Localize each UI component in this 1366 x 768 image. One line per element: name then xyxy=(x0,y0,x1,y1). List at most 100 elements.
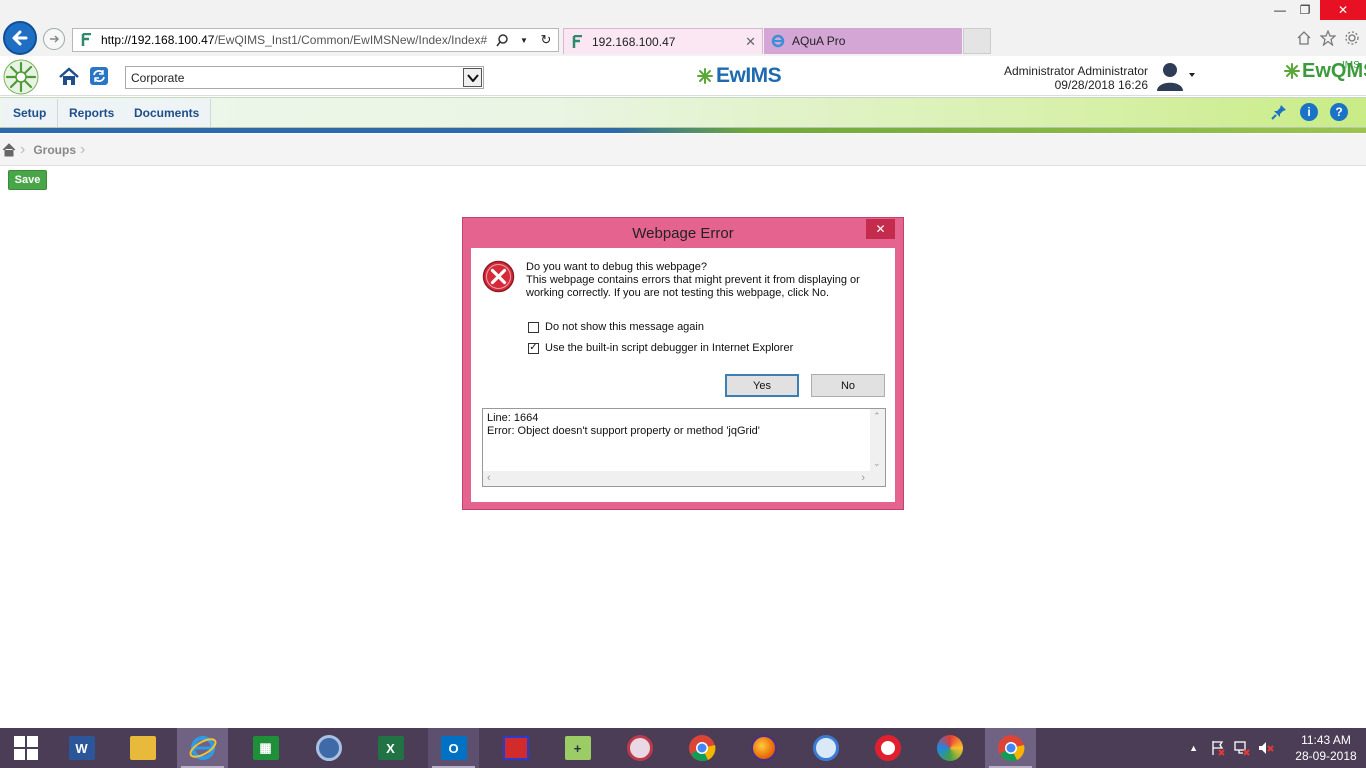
menu-right-icons: i ? xyxy=(1270,103,1348,121)
taskbar-word[interactable]: W xyxy=(56,728,107,768)
safari-icon xyxy=(812,735,839,761)
details-horizontal-scrollbar[interactable]: ‹ › xyxy=(483,471,885,486)
breadcrumb-home-icon[interactable] xyxy=(2,142,16,157)
taskbar-snipping[interactable] xyxy=(614,728,665,768)
tab-aqua-pro[interactable]: AQuA Pro xyxy=(764,28,962,54)
taskbar-chrome[interactable] xyxy=(676,728,727,768)
taskbar-app-red[interactable] xyxy=(490,728,541,768)
scroll-down-icon[interactable]: ⌄ xyxy=(873,458,881,469)
favorites-star-icon[interactable] xyxy=(1320,30,1336,46)
brand-logo-right: EwQMS IMS xyxy=(1284,60,1366,83)
brand-logo-center: EwIMS xyxy=(697,64,782,88)
address-bar[interactable]: http://192.168.100.47/EwQIMS_Inst1/Commo… xyxy=(72,28,559,52)
pin-icon[interactable] xyxy=(1270,103,1288,121)
brand-flower-icon xyxy=(697,68,713,84)
help-icon[interactable]: ? xyxy=(1330,103,1348,121)
taskbar-internet-explorer[interactable] xyxy=(177,728,228,768)
breadcrumb-current: Groups xyxy=(33,142,76,157)
browser-tools xyxy=(1296,30,1360,46)
volume-muted-icon[interactable] xyxy=(1258,740,1274,756)
tab-ewims[interactable]: 192.168.100.47 ✕ xyxy=(563,28,763,54)
save-button[interactable]: Save xyxy=(8,170,47,190)
breadcrumb: › Groups › xyxy=(0,134,1366,166)
dont-show-again-row[interactable]: Do not show this message again xyxy=(528,321,704,333)
internet-explorer-icon xyxy=(189,736,216,760)
app-logo-icon[interactable] xyxy=(2,58,40,96)
use-debugger-label: Use the built-in script debugger in Inte… xyxy=(545,342,794,354)
use-debugger-checkbox[interactable]: ✓ xyxy=(528,342,539,354)
dont-show-again-checkbox[interactable] xyxy=(528,321,539,333)
menu-documents[interactable]: Documents xyxy=(123,99,212,127)
yes-button[interactable]: Yes xyxy=(725,374,799,397)
menu-setup[interactable]: Setup xyxy=(2,99,59,127)
no-button[interactable]: No xyxy=(811,374,885,397)
folder-icon xyxy=(129,736,156,760)
clock-date: 28-09-2018 xyxy=(1295,749,1357,763)
address-url[interactable]: http://192.168.100.47/EwQIMS_Inst1/Commo… xyxy=(101,33,488,47)
error-line-number: Line: 1664 xyxy=(487,412,539,424)
taskbar-clock[interactable]: 11:43 AM 28-09-2018 xyxy=(1286,732,1366,764)
taskbar-firefox[interactable] xyxy=(738,728,789,768)
taskbar-notepad-plus[interactable]: + xyxy=(552,728,603,768)
webpage-error-dialog: Webpage Error ✕ Do you want to debug thi… xyxy=(462,217,904,510)
chrome-icon xyxy=(997,735,1024,762)
taskbar-paint[interactable] xyxy=(924,728,975,768)
back-button[interactable] xyxy=(3,21,37,55)
network-icon[interactable] xyxy=(1234,740,1250,756)
scroll-left-icon[interactable]: ‹ xyxy=(487,472,491,484)
url-path: /EwQIMS_Inst1/Common/EwIMSNew/Index/Inde… xyxy=(214,33,488,47)
gear-icon[interactable] xyxy=(1344,30,1360,46)
taskbar-excel[interactable]: X xyxy=(365,728,416,768)
organization-select-value: Corporate xyxy=(131,70,185,85)
refresh-icon[interactable] xyxy=(89,66,109,86)
url-host: http://192.168.100.47 xyxy=(101,33,215,47)
brand-superscript: IMS xyxy=(1342,60,1360,71)
user-avatar-icon[interactable] xyxy=(1155,60,1195,92)
app-header: Corporate EwIMS Administrator Administra… xyxy=(0,56,1366,96)
brand-flower-icon xyxy=(1284,63,1300,79)
details-vertical-scrollbar[interactable]: ⌃ ⌄ xyxy=(870,409,885,471)
forward-button[interactable] xyxy=(43,28,65,50)
error-details-box[interactable]: Line: 1664 Error: Object doesn't support … xyxy=(482,408,886,487)
taskbar-file-explorer[interactable] xyxy=(117,728,168,768)
chevron-down-icon[interactable] xyxy=(463,68,482,87)
dialog-message-line: working correctly. If you are not testin… xyxy=(526,287,830,299)
error-icon xyxy=(482,260,515,293)
taskbar-opera[interactable] xyxy=(862,728,913,768)
app-red-icon xyxy=(502,736,529,760)
action-center-flag-icon[interactable] xyxy=(1210,740,1226,756)
taskbar-store[interactable]: ▦ xyxy=(240,728,291,768)
paint-icon xyxy=(936,735,963,761)
opera-icon xyxy=(874,735,901,761)
taskbar-thunderbird[interactable] xyxy=(303,728,354,768)
search-icon[interactable] xyxy=(494,32,510,48)
home-icon[interactable] xyxy=(1296,30,1312,46)
snipping-tool-icon xyxy=(626,735,653,761)
site-favicon-icon xyxy=(79,32,95,48)
scroll-up-icon[interactable]: ⌃ xyxy=(873,411,881,422)
info-icon[interactable]: i xyxy=(1300,103,1318,121)
window-close-button[interactable]: ✕ xyxy=(1320,0,1366,20)
show-hidden-icons-icon[interactable]: ▲ xyxy=(1189,743,1198,753)
error-details-text: Line: 1664 Error: Object doesn't support … xyxy=(487,412,760,438)
use-debugger-row[interactable]: ✓ Use the built-in script debugger in In… xyxy=(528,342,793,354)
scroll-right-icon[interactable]: › xyxy=(861,472,865,484)
notepad-plus-icon: + xyxy=(564,736,591,760)
menu-reports[interactable]: Reports xyxy=(58,99,127,127)
firefox-icon xyxy=(750,735,777,761)
refresh-icon[interactable]: ↻ xyxy=(538,32,554,48)
taskbar-outlook[interactable]: O xyxy=(428,728,479,768)
home-icon[interactable] xyxy=(58,66,80,88)
restore-button[interactable]: ❐ xyxy=(1290,0,1320,20)
dialog-title: Webpage Error xyxy=(632,224,734,242)
start-button[interactable] xyxy=(0,728,51,768)
new-tab-button[interactable] xyxy=(963,28,991,54)
outlook-icon: O xyxy=(440,736,467,760)
error-message: Error: Object doesn't support property o… xyxy=(487,425,760,437)
tab-close-icon[interactable]: ✕ xyxy=(745,34,756,50)
organization-select[interactable]: Corporate xyxy=(125,66,484,89)
dialog-close-button[interactable]: ✕ xyxy=(866,219,895,239)
dropdown-arrow-icon[interactable]: ▼ xyxy=(516,32,532,48)
taskbar-safari[interactable] xyxy=(800,728,851,768)
taskbar-chrome-running[interactable] xyxy=(985,728,1036,768)
